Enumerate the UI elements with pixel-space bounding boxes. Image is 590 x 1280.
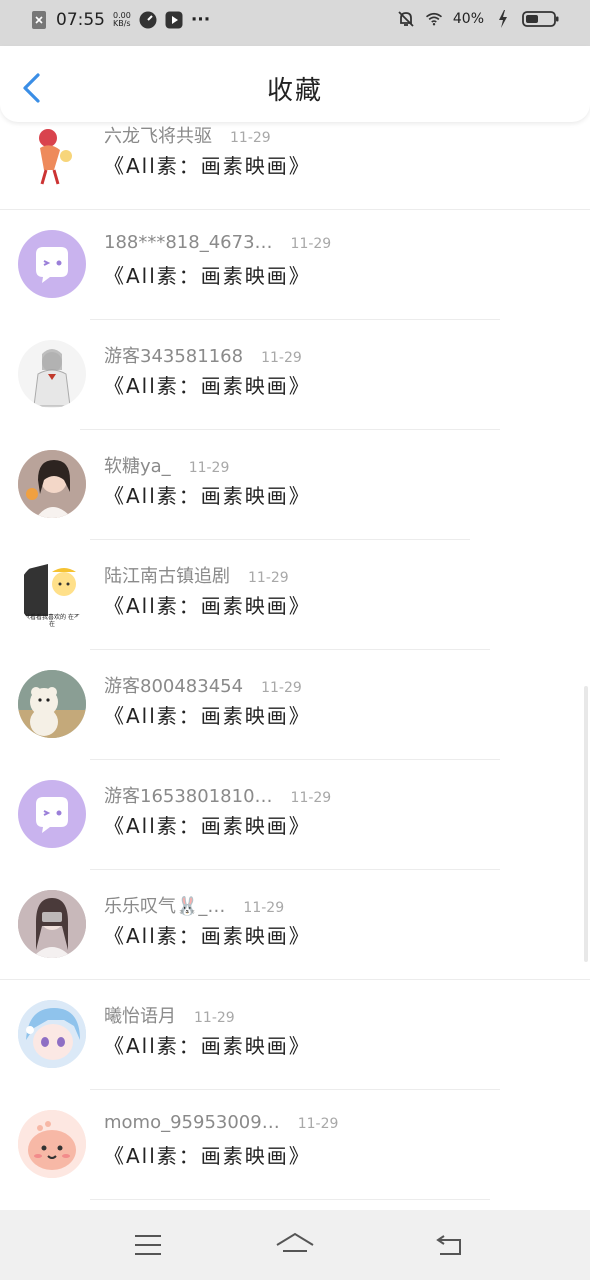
item-date: 11-29 xyxy=(243,900,285,916)
list-item[interactable]: 游客800483454 11-29 《All素：画素映画》 xyxy=(0,650,590,760)
item-date: 11-29 xyxy=(194,1010,235,1026)
item-date: 11-29 xyxy=(230,130,271,146)
item-date: 11-29 xyxy=(261,350,302,366)
username: 游客800483454 xyxy=(104,676,244,697)
item-title: 《All素：画素映画》 xyxy=(104,594,311,618)
user-avatar[interactable] xyxy=(18,450,86,518)
avatar-caption: 就看看我喜欢的 在不在 xyxy=(24,614,80,628)
item-meta: 游客343581168 11-29 xyxy=(104,342,302,368)
item-meta: 曦怡语月 11-29 xyxy=(104,1002,235,1028)
item-meta: 乐乐叹气🐰_… 11-29 xyxy=(104,892,284,918)
divider xyxy=(90,1199,490,1200)
item-date: 11-29 xyxy=(290,790,332,806)
app-header: 收藏 xyxy=(0,46,590,122)
item-meta: 游客1653801810… 11-29 xyxy=(104,782,331,808)
username: 188***818_4673… xyxy=(104,232,273,253)
user-avatar[interactable]: 就看看我喜欢的 在不在 xyxy=(18,560,86,628)
item-title: 《All素：画素映画》 xyxy=(104,1144,311,1168)
network-speed-unit: KB/s xyxy=(113,19,131,28)
video-player-icon xyxy=(165,11,183,29)
favorites-list[interactable]: 六龙飞将共驱 11-29 《All素：画素映画》 188***818_4673…… xyxy=(0,122,590,1210)
status-bar: 07:55 0.00 KB/s ··· 40% xyxy=(0,0,590,46)
item-date: 11-29 xyxy=(290,236,332,252)
username: 游客343581168 xyxy=(104,346,244,367)
back-icon[interactable] xyxy=(430,1228,470,1262)
wifi-icon xyxy=(425,10,443,28)
item-title: 《All素：画素映画》 xyxy=(104,264,311,288)
user-avatar[interactable] xyxy=(18,780,86,848)
item-date: 11-29 xyxy=(297,1116,339,1132)
user-avatar[interactable] xyxy=(18,670,86,738)
username: 乐乐叹气🐰_… xyxy=(104,896,226,917)
item-meta: momo_95953009… 11-29 xyxy=(104,1112,338,1133)
user-avatar[interactable] xyxy=(18,890,86,958)
notification-close-icon xyxy=(30,11,48,29)
username: momo_95953009… xyxy=(104,1112,280,1133)
item-meta: 188***818_4673… 11-29 xyxy=(104,232,331,253)
item-title: 《All素：画素映画》 xyxy=(104,154,311,178)
list-item[interactable]: 乐乐叹气🐰_… 11-29 《All素：画素映画》 xyxy=(0,870,590,980)
list-item[interactable]: 188***818_4673… 11-29 《All素：画素映画》 xyxy=(0,210,590,320)
home-icon[interactable] xyxy=(275,1228,315,1262)
list-item[interactable]: 软糖ya_ 11-29 《All素：画素映画》 xyxy=(0,430,590,540)
user-avatar[interactable] xyxy=(18,230,86,298)
item-date: 11-29 xyxy=(188,460,230,476)
list-item[interactable]: 游客1653801810… 11-29 《All素：画素映画》 xyxy=(0,760,590,870)
mute-bell-icon xyxy=(397,10,415,28)
user-avatar[interactable] xyxy=(18,340,86,408)
gauge-icon xyxy=(139,11,157,29)
battery-percent: 40% xyxy=(452,11,484,27)
item-title: 《All素：画素映画》 xyxy=(104,814,311,838)
list-item[interactable]: 六龙飞将共驱 11-29 《All素：画素映画》 xyxy=(0,122,590,210)
list-item[interactable]: 就看看我喜欢的 在不在 陆江南古镇追剧 11-29 《All素：画素映画》 xyxy=(0,540,590,650)
menu-icon[interactable] xyxy=(128,1228,168,1262)
item-title: 《All素：画素映画》 xyxy=(104,704,311,728)
item-meta: 六龙飞将共驱 11-29 xyxy=(104,122,271,148)
username: 六龙飞将共驱 xyxy=(104,126,212,147)
list-item[interactable]: 游客343581168 11-29 《All素：画素映画》 xyxy=(0,320,590,430)
system-navigation-bar xyxy=(0,1210,590,1280)
status-time: 07:55 xyxy=(56,10,105,30)
username: 陆江南古镇追剧 xyxy=(104,566,230,587)
user-avatar[interactable] xyxy=(18,1110,86,1178)
user-avatar[interactable] xyxy=(18,122,86,188)
item-title: 《All素：画素映画》 xyxy=(104,484,311,508)
network-speed: 0.00 KB/s xyxy=(113,12,131,28)
item-date: 11-29 xyxy=(248,570,289,586)
item-title: 《All素：画素映画》 xyxy=(104,374,311,398)
username: 曦怡语月 xyxy=(104,1006,176,1027)
scrollbar[interactable] xyxy=(584,686,588,962)
list-item[interactable]: momo_95953009… 11-29 《All素：画素映画》 xyxy=(0,1090,590,1200)
username: 软糖ya_ xyxy=(104,456,171,477)
item-date: 11-29 xyxy=(261,680,302,696)
user-avatar[interactable] xyxy=(18,1000,86,1068)
item-title: 《All素：画素映画》 xyxy=(104,924,311,948)
item-meta: 软糖ya_ 11-29 xyxy=(104,452,229,478)
item-meta: 游客800483454 11-29 xyxy=(104,672,302,698)
item-meta: 陆江南古镇追剧 11-29 xyxy=(104,562,289,588)
username: 游客1653801810… xyxy=(104,786,273,807)
battery-icon xyxy=(522,10,560,28)
page-title: 收藏 xyxy=(266,76,323,106)
list-item[interactable]: 曦怡语月 11-29 《All素：画素映画》 xyxy=(0,980,590,1090)
charging-icon xyxy=(494,10,512,28)
item-title: 《All素：画素映画》 xyxy=(104,1034,311,1058)
more-indicator: ··· xyxy=(190,10,211,30)
